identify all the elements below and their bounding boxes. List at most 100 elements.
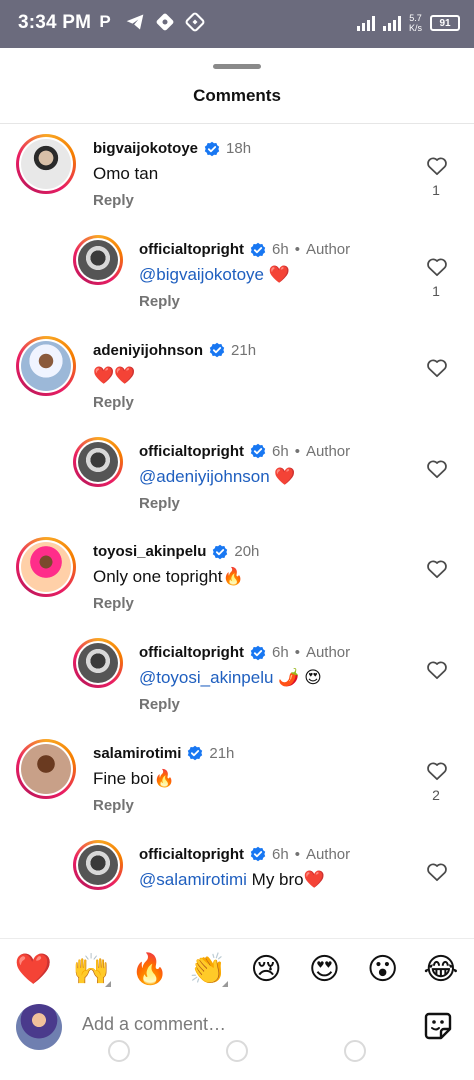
user-avatar[interactable]: [16, 335, 76, 396]
author-avatar[interactable]: [73, 235, 123, 285]
emoji-surprised-face[interactable]: 😮: [361, 952, 405, 987]
nav-back-button[interactable]: [344, 1040, 366, 1062]
reply-button[interactable]: Reply: [139, 495, 180, 512]
like-count: 1: [432, 182, 440, 198]
user-avatar[interactable]: [16, 134, 76, 194]
reply-time: 6h: [272, 241, 289, 258]
telegram-icon: [126, 14, 144, 30]
like-heart-icon[interactable]: [426, 156, 448, 176]
signal-icon: [356, 15, 375, 31]
comments-list[interactable]: bigvaijokotoye 18h Omo tan Reply 1 officialto…: [0, 124, 474, 890]
reply-text: @adeniyijohnson ❤️: [139, 467, 296, 487]
reply-time: 6h: [272, 644, 289, 661]
author-avatar[interactable]: [73, 638, 123, 688]
user-avatar[interactable]: [16, 537, 76, 597]
reply-header: officialtopright 6h • Author: [139, 443, 350, 460]
emoji-red-heart[interactable]: ❤️: [11, 952, 55, 987]
author-label: Author: [305, 442, 351, 460]
reply-button[interactable]: Reply: [93, 595, 134, 612]
comment-username[interactable]: salamirotimi: [93, 745, 181, 762]
comment-row: toyosi_akinpelu 20h Only one topright🔥 Repl…: [0, 537, 474, 627]
comment-row: adeniyijohnson 21h ❤️❤️ Reply: [0, 335, 474, 426]
comment-username[interactable]: adeniyijohnson: [93, 342, 203, 359]
author-label: Author: [305, 241, 351, 258]
emoji-tears-of-joy[interactable]: 😂: [419, 952, 463, 987]
comment-header: adeniyijohnson 21h: [93, 342, 256, 359]
verified-badge-icon: [187, 745, 203, 761]
drag-handle[interactable]: [213, 64, 261, 69]
reply-header: officialtopright 6h • Author: [139, 846, 350, 863]
reply-button[interactable]: Reply: [139, 293, 180, 310]
reply-username[interactable]: officialtopright: [139, 241, 244, 258]
user-avatar[interactable]: [16, 738, 76, 799]
comment-text: ❤️❤️: [93, 365, 136, 385]
author-avatar[interactable]: [73, 436, 123, 487]
nav-home-button[interactable]: [226, 1040, 248, 1062]
signal-h-icon: [382, 15, 401, 31]
like-heart-icon[interactable]: [426, 660, 448, 680]
comment-row: salamirotimi 21h Fine boi🔥 Reply 2: [0, 738, 474, 829]
reply-button[interactable]: Reply: [93, 192, 134, 209]
comment-time: 18h: [226, 140, 252, 157]
comment-username[interactable]: toyosi_akinpelu: [93, 543, 206, 560]
comment-username[interactable]: bigvaijokotoye: [93, 140, 198, 157]
emoji-crying-face[interactable]: 😢: [244, 952, 288, 987]
verified-badge-icon: [204, 141, 220, 157]
net-speed-value: 5.7: [409, 13, 422, 23]
verified-badge-icon: [212, 544, 228, 560]
mention-link[interactable]: @adeniyijohnson: [139, 467, 270, 486]
net-speed-unit: K/s: [408, 23, 422, 33]
status-time: 3:34 PM: [18, 12, 92, 33]
reply-header: officialtopright 6h • Author: [139, 644, 350, 661]
reply-button[interactable]: Reply: [139, 696, 180, 713]
like-heart-icon[interactable]: [426, 459, 448, 479]
mention-link[interactable]: @bigvaijokotoye: [139, 265, 264, 284]
reply-body: My bro❤️: [246, 869, 325, 889]
reply-username[interactable]: officialtopright: [139, 443, 244, 460]
battery-icon: 91: [430, 15, 460, 31]
separator-dot: •: [294, 644, 300, 661]
like-heart-icon[interactable]: [426, 862, 448, 882]
comment-header: salamirotimi 21h: [93, 745, 234, 762]
emoji-heart-eyes[interactable]: 😍: [302, 952, 346, 987]
reply-button[interactable]: Reply: [93, 797, 134, 814]
comment-row: bigvaijokotoye 18h Omo tan Reply 1: [0, 134, 474, 224]
reply-body: 🌶️ 😍: [273, 668, 322, 687]
reply-username[interactable]: officialtopright: [139, 846, 244, 863]
separator-dot: •: [294, 442, 300, 460]
notification-icons: P: [95, 12, 205, 32]
mention-link[interactable]: @salamirotimi: [139, 870, 247, 889]
reply-time: 6h: [272, 442, 289, 460]
separator-dot: •: [294, 845, 300, 863]
comments-sheet: Comments bigvaijokotoye 18h Omo tan Reply 1 o…: [0, 48, 474, 1080]
reply-time: 6h: [272, 845, 289, 863]
reply-text: @salamirotimi My bro❤️: [139, 870, 325, 890]
like-count: 1: [432, 283, 440, 299]
nav-recents-button[interactable]: [108, 1040, 130, 1062]
emoji-fire[interactable]: 🔥: [128, 952, 172, 987]
author-avatar[interactable]: [73, 839, 123, 890]
separator-dot: •: [294, 241, 300, 258]
reply-body: ❤️: [269, 466, 296, 486]
mention-link[interactable]: @toyosi_akinpelu: [139, 668, 273, 687]
net-speed: 5.7 K/s: [409, 13, 422, 33]
comment-header: toyosi_akinpelu 20h: [93, 543, 259, 560]
like-heart-icon[interactable]: [426, 358, 448, 378]
status-bar: 3:34 PM P 5.7 K/s 91: [0, 0, 474, 48]
emoji-clapping-hands[interactable]: 👏: [186, 952, 230, 987]
comment-time: 21h: [231, 341, 257, 359]
reply-header: officialtopright 6h • Author: [139, 241, 350, 258]
comment-header: bigvaijokotoye 18h: [93, 140, 251, 157]
comment-time: 20h: [234, 543, 260, 560]
like-heart-icon[interactable]: [426, 257, 448, 277]
reply-button[interactable]: Reply: [93, 394, 134, 411]
comment-text: Fine boi🔥: [93, 768, 175, 788]
author-label: Author: [305, 644, 351, 661]
reply-text: @toyosi_akinpelu 🌶️ 😍: [139, 668, 322, 688]
like-heart-icon[interactable]: [426, 761, 448, 781]
emoji-raising-hands[interactable]: 🙌: [69, 952, 113, 987]
reply-username[interactable]: officialtopright: [139, 644, 244, 661]
reply-row: officialtopright 6h • Author @salamirotimi M…: [0, 839, 474, 891]
sheet-title: Comments: [193, 86, 281, 105]
like-heart-icon[interactable]: [426, 559, 448, 579]
